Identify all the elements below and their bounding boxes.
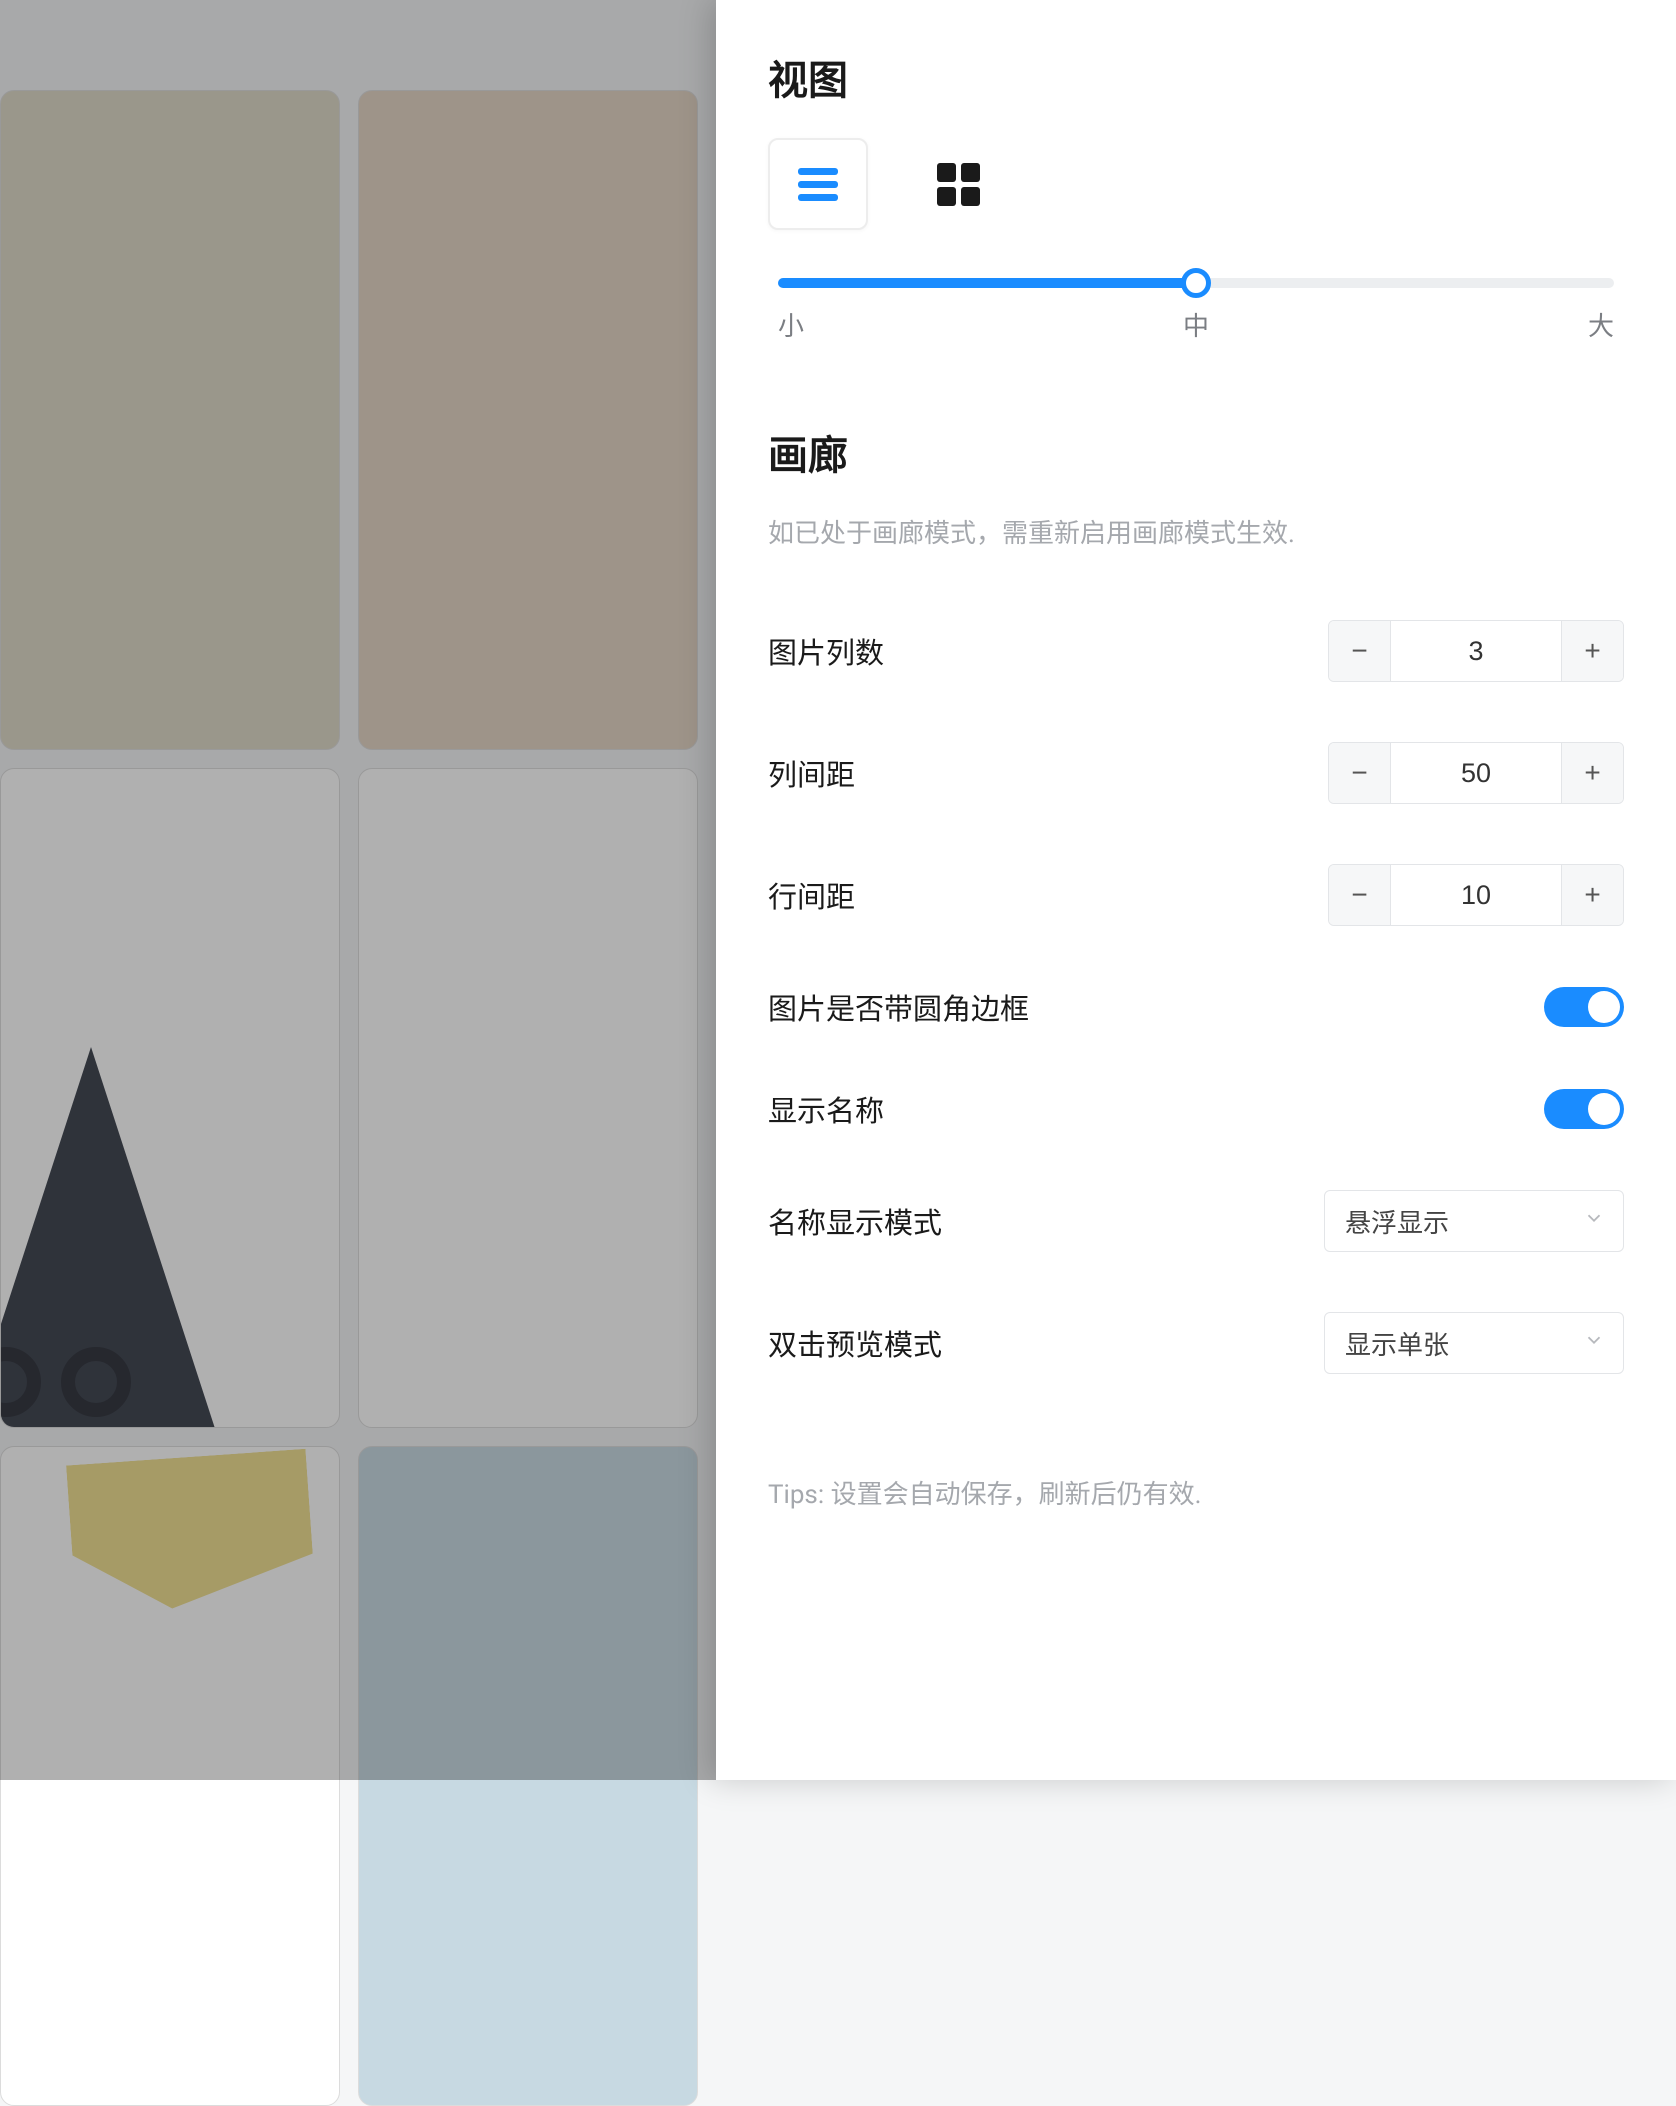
row-name-mode: 名称显示模式 悬浮显示 [768, 1160, 1624, 1282]
columns-decrement[interactable]: − [1329, 621, 1391, 681]
row-gap-decrement[interactable]: − [1329, 865, 1391, 925]
size-slider[interactable] [778, 278, 1614, 288]
col-gap-increment[interactable]: + [1561, 743, 1623, 803]
label-dblclick-mode: 双击预览模式 [768, 1322, 942, 1364]
row-col-gap: 列间距 − + [768, 712, 1624, 834]
columns-stepper: − + [1328, 620, 1624, 682]
view-mode-list-button[interactable] [768, 138, 868, 230]
columns-increment[interactable]: + [1561, 621, 1623, 681]
label-row-gap: 行间距 [768, 874, 855, 916]
view-mode-toggle [768, 138, 1624, 230]
slider-label-medium: 中 [1183, 306, 1209, 343]
row-dblclick-mode: 双击预览模式 显示单张 [768, 1282, 1624, 1404]
slider-thumb[interactable] [1181, 268, 1211, 298]
chevron-down-icon [1583, 1206, 1605, 1236]
gallery-hint: 如已处于画廊模式，需重新启用画廊模式生效. [768, 513, 1624, 550]
slider-label-small: 小 [778, 306, 804, 343]
section-title-gallery: 画廊 [768, 423, 1624, 481]
name-mode-value: 悬浮显示 [1345, 1203, 1449, 1240]
label-name-mode: 名称显示模式 [768, 1200, 942, 1242]
row-gap-input[interactable] [1391, 865, 1561, 925]
slider-label-large: 大 [1588, 306, 1614, 343]
view-mode-grid-button[interactable] [908, 138, 1008, 230]
dblclick-mode-value: 显示单张 [1345, 1325, 1449, 1362]
label-col-gap: 列间距 [768, 752, 855, 794]
dblclick-mode-select[interactable]: 显示单张 [1324, 1312, 1624, 1374]
row-row-gap: 行间距 − + [768, 834, 1624, 956]
label-rounded: 图片是否带圆角边框 [768, 986, 1029, 1028]
toggle-knob [1588, 991, 1620, 1023]
row-gap-stepper: − + [1328, 864, 1624, 926]
tips-text: Tips: 设置会自动保存，刷新后仍有效. [768, 1474, 1624, 1511]
col-gap-decrement[interactable]: − [1329, 743, 1391, 803]
col-gap-input[interactable] [1391, 743, 1561, 803]
row-gap-increment[interactable]: + [1561, 865, 1623, 925]
label-columns: 图片列数 [768, 630, 884, 672]
chevron-down-icon [1583, 1328, 1605, 1358]
grid-icon [937, 163, 980, 206]
row-columns: 图片列数 − + [768, 590, 1624, 712]
row-show-name: 显示名称 [768, 1058, 1624, 1160]
col-gap-stepper: − + [1328, 742, 1624, 804]
section-title-view: 视图 [768, 48, 1624, 106]
name-mode-select[interactable]: 悬浮显示 [1324, 1190, 1624, 1252]
list-icon [798, 162, 838, 207]
columns-input[interactable] [1391, 621, 1561, 681]
show-name-toggle[interactable] [1544, 1089, 1624, 1129]
settings-drawer: 视图 小 中 大 画廊 如已处于画廊模式，需重新启用画廊模式生效. 图片列数 − [716, 0, 1676, 1780]
rounded-toggle[interactable] [1544, 987, 1624, 1027]
row-rounded: 图片是否带圆角边框 [768, 956, 1624, 1058]
slider-labels: 小 中 大 [778, 306, 1614, 343]
label-show-name: 显示名称 [768, 1088, 884, 1130]
toggle-knob [1588, 1093, 1620, 1125]
